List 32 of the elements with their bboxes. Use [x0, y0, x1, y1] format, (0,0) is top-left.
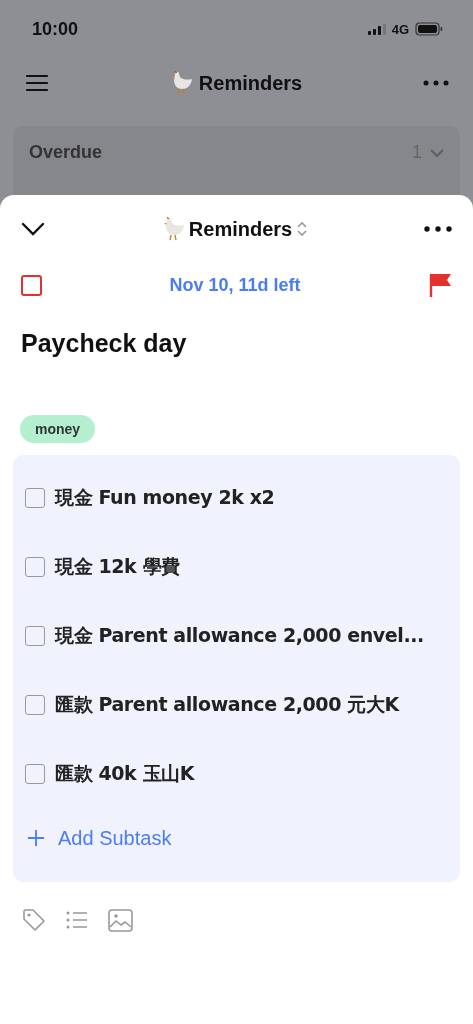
chevron-down-icon	[430, 148, 444, 157]
task-title[interactable]: Paycheck day	[21, 329, 452, 415]
tag-chip[interactable]: money	[20, 415, 96, 443]
subtask-checkbox[interactable]	[25, 556, 45, 577]
subtask-checkbox[interactable]	[25, 487, 45, 508]
list-title: Reminders	[198, 71, 303, 95]
list-selector[interactable]: Reminders	[188, 217, 293, 241]
more-icon[interactable]	[423, 80, 449, 86]
task-checkbox[interactable]	[21, 274, 42, 296]
image-icon[interactable]	[108, 908, 133, 932]
battery-icon	[415, 22, 443, 36]
subtask-text[interactable]: 現金 12k 學費	[55, 553, 180, 580]
subtask-text[interactable]: 現金 Fun money 2k x2	[55, 484, 275, 511]
signal-icon	[367, 23, 386, 35]
flag-icon[interactable]	[428, 273, 452, 297]
subtask-text[interactable]: 現金 Parent allowance 2,000 envel...	[55, 622, 424, 649]
up-down-icon[interactable]	[296, 221, 309, 237]
status-time: 10:00	[32, 18, 79, 40]
subtask-text[interactable]: 匯款 40k 玉山K	[55, 760, 195, 787]
subtask-text[interactable]: 匯款 Parent allowance 2,000 元大K	[55, 691, 399, 718]
menu-icon[interactable]	[26, 74, 48, 92]
due-date[interactable]: Nov 10, 11d left	[169, 274, 301, 296]
list-icon[interactable]	[66, 910, 88, 930]
chevron-down-icon[interactable]	[21, 222, 45, 236]
tag-icon[interactable]	[22, 908, 46, 932]
network-label: 4G	[391, 21, 409, 37]
section-label: Overdue	[29, 142, 103, 163]
subtask-checkbox[interactable]	[25, 625, 45, 646]
more-icon[interactable]	[424, 226, 452, 232]
subtask-checkbox[interactable]	[25, 694, 45, 715]
plus-icon	[27, 829, 45, 847]
subtask-checkbox[interactable]	[25, 763, 45, 784]
